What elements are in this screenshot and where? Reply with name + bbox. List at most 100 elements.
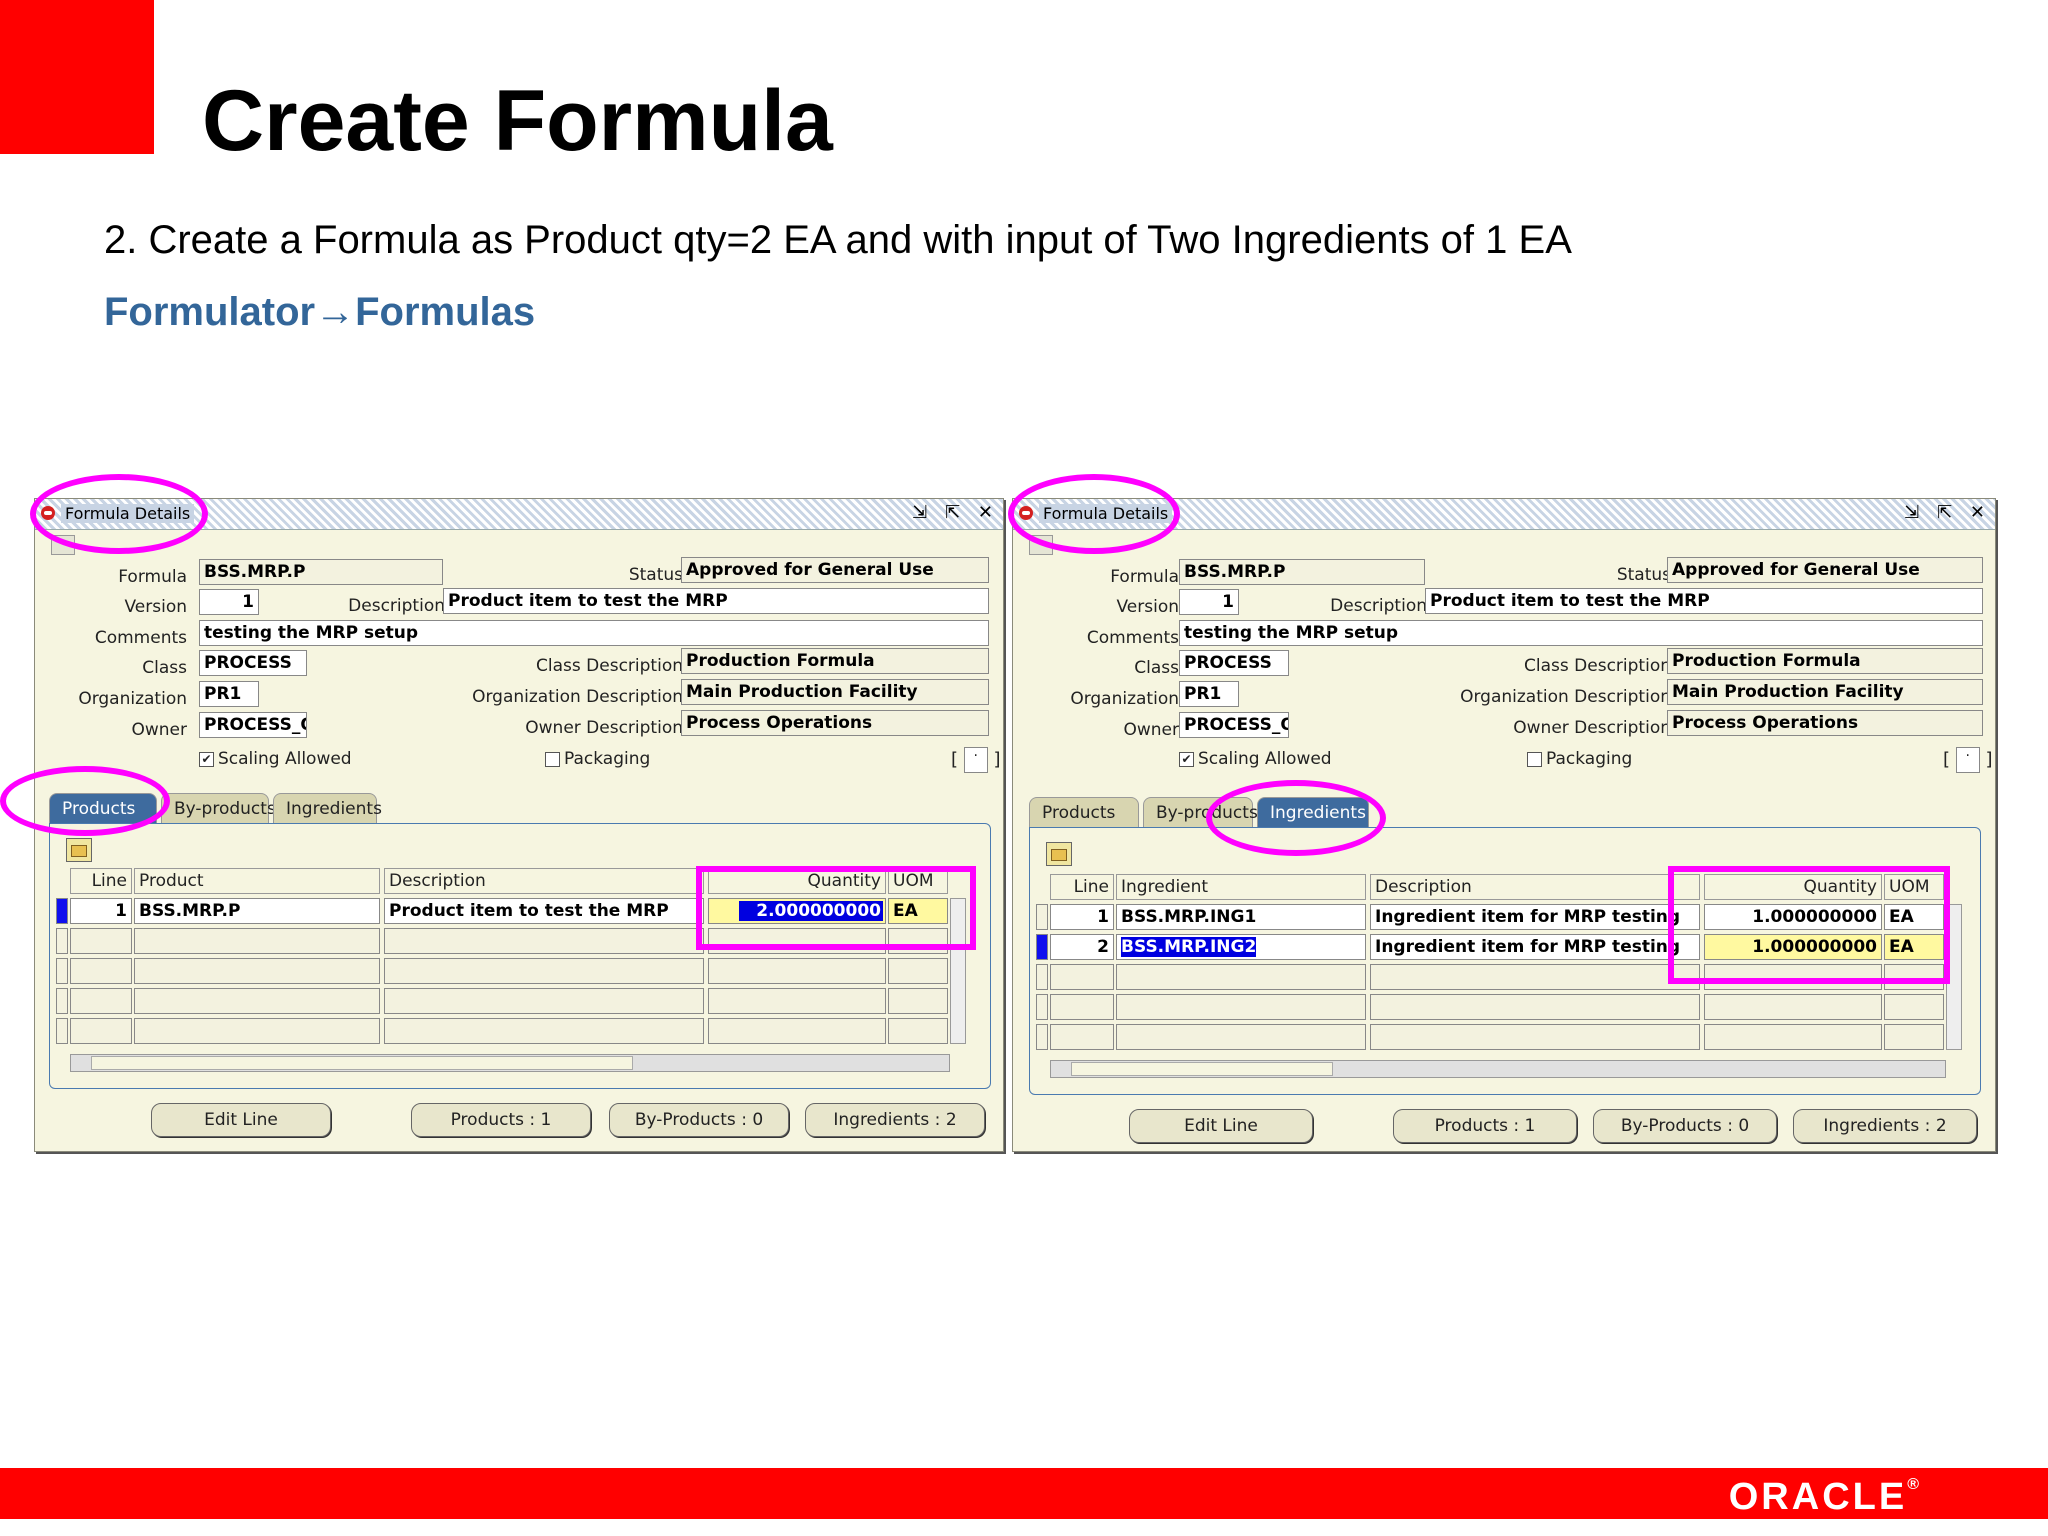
grid-cell-empty[interactable] bbox=[1050, 964, 1114, 990]
owner-description-field[interactable]: Process Operations bbox=[1667, 710, 1983, 736]
row-selector-current[interactable] bbox=[56, 898, 68, 924]
class-field[interactable]: PROCESS bbox=[1179, 650, 1289, 676]
grid-cell-empty[interactable] bbox=[708, 988, 886, 1014]
grid-cell-empty[interactable] bbox=[1704, 1024, 1882, 1050]
grid-cell-empty[interactable] bbox=[384, 1018, 704, 1044]
window-controls[interactable]: ⇲ ⇱ ✕ bbox=[912, 502, 999, 523]
grid-cell-empty[interactable] bbox=[1370, 1024, 1700, 1050]
folder-icon[interactable] bbox=[1046, 842, 1072, 866]
grid-cell-empty[interactable] bbox=[70, 928, 132, 954]
row-selector[interactable] bbox=[1036, 904, 1048, 930]
scroll-thumb[interactable] bbox=[91, 1056, 633, 1070]
grid-cell-ingredient[interactable]: BSS.MRP.ING2 bbox=[1116, 934, 1366, 960]
grid-cell-empty[interactable] bbox=[134, 988, 380, 1014]
grid-cell-empty[interactable] bbox=[1050, 994, 1114, 1020]
grid-cell-product[interactable]: BSS.MRP.P bbox=[134, 898, 380, 924]
tab-products[interactable]: Products bbox=[1029, 797, 1139, 827]
by-products-count-button[interactable]: By-Products : 0 bbox=[609, 1103, 789, 1137]
flexfield-box[interactable]: · bbox=[1955, 747, 1980, 773]
flexfield-box[interactable]: · bbox=[963, 747, 988, 773]
row-selector[interactable] bbox=[56, 958, 68, 984]
descriptive-flexfield[interactable]: [ · ] bbox=[1943, 747, 1993, 773]
description-field[interactable]: Product item to test the MRP bbox=[1425, 588, 1983, 614]
packaging-checkbox[interactable]: Packaging bbox=[545, 749, 650, 769]
status-field[interactable]: Approved for General Use bbox=[1667, 557, 1983, 583]
row-selector[interactable] bbox=[1036, 1024, 1048, 1050]
scaling-allowed-checkbox[interactable]: ✔ Scaling Allowed bbox=[199, 749, 352, 769]
by-products-count-button[interactable]: By-Products : 0 bbox=[1593, 1109, 1777, 1143]
scroll-thumb[interactable] bbox=[1071, 1062, 1333, 1076]
grid-cell-empty[interactable] bbox=[1116, 1024, 1366, 1050]
grid-cell-empty[interactable] bbox=[1884, 1024, 1944, 1050]
description-field[interactable]: Product item to test the MRP bbox=[443, 588, 989, 614]
products-count-button[interactable]: Products : 1 bbox=[411, 1103, 591, 1137]
row-selector-current[interactable] bbox=[1036, 934, 1048, 960]
class-description-field[interactable]: Production Formula bbox=[1667, 648, 1983, 674]
grid-cell-line[interactable]: 1 bbox=[70, 898, 132, 924]
row-selector[interactable] bbox=[1036, 964, 1048, 990]
tab-ingredients[interactable]: Ingredients bbox=[273, 793, 382, 823]
version-field[interactable]: 1 bbox=[1179, 589, 1239, 615]
organization-description-field[interactable]: Main Production Facility bbox=[681, 679, 989, 705]
grid-cell-description[interactable]: Ingredient item for MRP testing bbox=[1370, 934, 1700, 960]
grid-cell-empty[interactable] bbox=[134, 958, 380, 984]
grid-cell-empty[interactable] bbox=[888, 958, 948, 984]
grid-cell-empty[interactable] bbox=[70, 988, 132, 1014]
scaling-allowed-checkbox[interactable]: ✔ Scaling Allowed bbox=[1179, 749, 1332, 769]
grid-cell-empty[interactable] bbox=[888, 1018, 948, 1044]
grid-cell-empty[interactable] bbox=[708, 958, 886, 984]
grid-cell-empty[interactable] bbox=[1116, 964, 1366, 990]
version-field[interactable]: 1 bbox=[199, 589, 259, 615]
window-controls[interactable]: ⇲ ⇱ ✕ bbox=[1904, 502, 1991, 523]
grid-cell-empty[interactable] bbox=[134, 1018, 380, 1044]
grid-cell-empty[interactable] bbox=[70, 958, 132, 984]
owner-description-field[interactable]: Process Operations bbox=[681, 710, 989, 736]
class-description-field[interactable]: Production Formula bbox=[681, 648, 989, 674]
descriptive-flexfield[interactable]: [ · ] bbox=[951, 747, 1001, 773]
edit-line-button[interactable]: Edit Line bbox=[1129, 1109, 1313, 1143]
grid-cell-empty[interactable] bbox=[1884, 994, 1944, 1020]
organization-field[interactable]: PR1 bbox=[199, 681, 259, 707]
row-selector[interactable] bbox=[1036, 994, 1048, 1020]
row-selector[interactable] bbox=[56, 928, 68, 954]
edit-line-button[interactable]: Edit Line bbox=[151, 1103, 331, 1137]
formula-field[interactable]: BSS.MRP.P bbox=[1179, 559, 1425, 585]
grid-cell-empty[interactable] bbox=[1370, 964, 1700, 990]
grid-cell-empty[interactable] bbox=[384, 988, 704, 1014]
grid-cell-empty[interactable] bbox=[1050, 1024, 1114, 1050]
grid-cell-empty[interactable] bbox=[1116, 994, 1366, 1020]
formula-field[interactable]: BSS.MRP.P bbox=[199, 559, 443, 585]
ingredients-count-button[interactable]: Ingredients : 2 bbox=[805, 1103, 985, 1137]
products-count-button[interactable]: Products : 1 bbox=[1393, 1109, 1577, 1143]
grid-cell-empty[interactable] bbox=[384, 958, 704, 984]
status-field[interactable]: Approved for General Use bbox=[681, 557, 989, 583]
grid-cell-empty[interactable] bbox=[384, 928, 704, 954]
tab-by-products[interactable]: By-products bbox=[161, 793, 276, 823]
grid-cell-line[interactable]: 1 bbox=[1050, 904, 1114, 930]
owner-field[interactable]: PROCESS_O bbox=[199, 712, 307, 738]
organization-description-field[interactable]: Main Production Facility bbox=[1667, 679, 1983, 705]
organization-field[interactable]: PR1 bbox=[1179, 681, 1239, 707]
grid-cell-line[interactable]: 2 bbox=[1050, 934, 1114, 960]
grid-cell-empty[interactable] bbox=[1704, 994, 1882, 1020]
owner-field[interactable]: PROCESS_O bbox=[1179, 712, 1289, 738]
grid-cell-description[interactable]: Product item to test the MRP bbox=[384, 898, 704, 924]
grid-cell-empty[interactable] bbox=[888, 988, 948, 1014]
ingredients-count-button[interactable]: Ingredients : 2 bbox=[1793, 1109, 1977, 1143]
grid-cell-ingredient[interactable]: BSS.MRP.ING1 bbox=[1116, 904, 1366, 930]
grid-cell-empty[interactable] bbox=[708, 1018, 886, 1044]
row-selector[interactable] bbox=[56, 988, 68, 1014]
horizontal-scrollbar[interactable] bbox=[1050, 1060, 1946, 1078]
grid-cell-description[interactable]: Ingredient item for MRP testing bbox=[1370, 904, 1700, 930]
grid-cell-empty[interactable] bbox=[134, 928, 380, 954]
comments-field[interactable]: testing the MRP setup bbox=[1179, 620, 1983, 646]
grid-cell-empty[interactable] bbox=[1370, 994, 1700, 1020]
grid-cell-empty[interactable] bbox=[70, 1018, 132, 1044]
comments-field[interactable]: testing the MRP setup bbox=[199, 620, 989, 646]
folder-icon[interactable] bbox=[66, 838, 92, 862]
packaging-checkbox[interactable]: Packaging bbox=[1527, 749, 1632, 769]
horizontal-scrollbar[interactable] bbox=[70, 1054, 950, 1072]
row-selector[interactable] bbox=[56, 1018, 68, 1044]
status-label: Status bbox=[628, 565, 683, 585]
class-field[interactable]: PROCESS bbox=[199, 650, 307, 676]
